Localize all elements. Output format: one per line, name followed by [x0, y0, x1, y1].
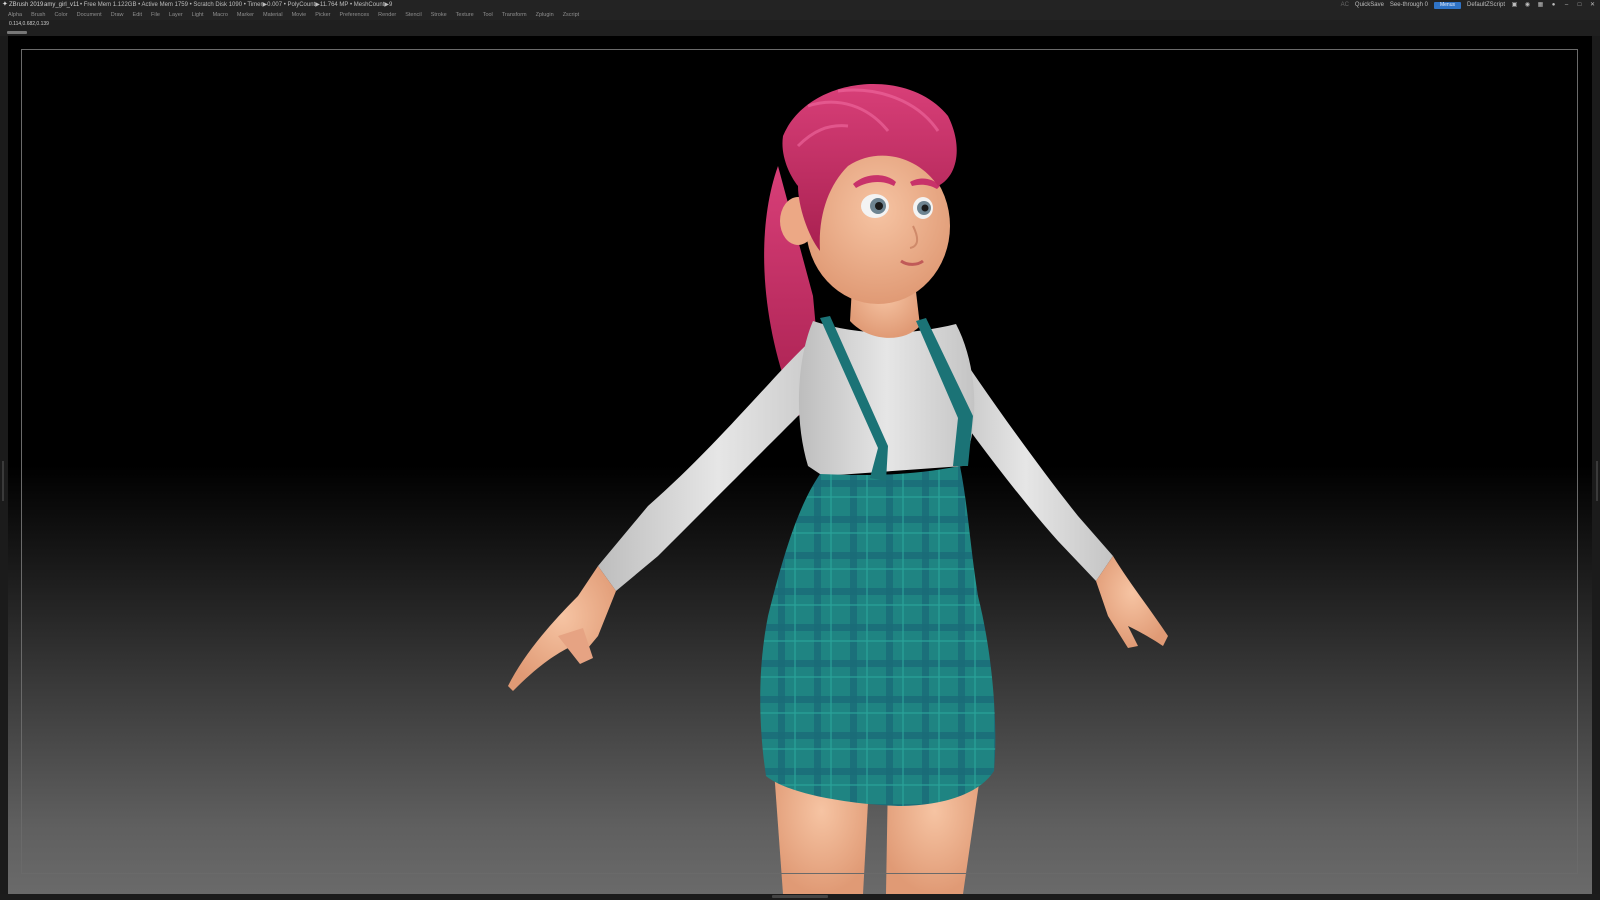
right-tray[interactable]	[1592, 36, 1600, 894]
menu-brush[interactable]: Brush	[31, 11, 45, 20]
ac-button[interactable]: AC	[1341, 0, 1349, 11]
right-tray-handle[interactable]	[1596, 461, 1598, 501]
menu-file[interactable]: File	[151, 11, 160, 20]
restore-icon[interactable]: □	[1576, 2, 1583, 9]
menus-button[interactable]: Menus	[1433, 2, 1461, 9]
minimize-icon[interactable]: –	[1563, 2, 1570, 9]
menu-document[interactable]: Document	[77, 11, 102, 20]
menu-movie[interactable]: Movie	[292, 11, 307, 20]
palette-icon[interactable]: ◉	[1524, 2, 1531, 9]
left-tray-handle[interactable]	[2, 461, 4, 501]
menu-texture[interactable]: Texture	[456, 11, 474, 20]
see-through-slider[interactable]: See-through 0	[1389, 0, 1428, 12]
menu-stroke[interactable]: Stroke	[431, 11, 447, 20]
menu-light[interactable]: Light	[192, 11, 204, 20]
viewport-canvas[interactable]	[8, 36, 1592, 894]
menu-marker[interactable]: Marker	[237, 11, 254, 20]
top-shelf: 0.114,0.682,0.139	[0, 20, 1600, 36]
menu-transform[interactable]: Transform	[502, 11, 527, 20]
menu-picker[interactable]: Picker	[315, 11, 330, 20]
default-zscript-button[interactable]: DefaultZScript	[1467, 0, 1505, 11]
menu-macro[interactable]: Macro	[213, 11, 228, 20]
left-tray[interactable]	[0, 36, 8, 894]
menu-preferences[interactable]: Preferences	[340, 11, 370, 20]
titlebar-controls: AC QuickSave See-through 0 Menus Default…	[1341, 0, 1596, 12]
main-menu-bar: Alpha Brush Color Document Draw Edit Fil…	[0, 11, 1600, 20]
menu-material[interactable]: Material	[263, 11, 283, 20]
shelf-scroll-handle[interactable]	[7, 31, 27, 34]
lock-icon[interactable]: ●	[1550, 2, 1557, 9]
menu-layer[interactable]: Layer	[169, 11, 183, 20]
menu-color[interactable]: Color	[54, 11, 67, 20]
quicksave-button[interactable]: QuickSave	[1355, 0, 1384, 11]
menu-tool[interactable]: Tool	[483, 11, 493, 20]
window-icon[interactable]: ▣	[1511, 2, 1518, 9]
see-through-label: See-through	[1389, 1, 1423, 8]
bottom-tray-handle[interactable]	[772, 895, 828, 898]
menu-stencil[interactable]: Stencil	[405, 11, 422, 20]
menu-render[interactable]: Render	[378, 11, 396, 20]
menu-edit[interactable]: Edit	[133, 11, 142, 20]
layout-icon[interactable]: ▦	[1537, 2, 1544, 9]
menu-zplugin[interactable]: Zplugin	[536, 11, 554, 20]
title-bar: ✦ ZBrush 2019 amy_girl_v11 • Free Mem 1.…	[0, 0, 1600, 12]
menu-alpha[interactable]: Alpha	[8, 11, 22, 20]
cursor-coordinates: 0.114,0.682,0.139	[9, 21, 49, 27]
app-title: ZBrush 2019	[9, 2, 44, 8]
memory-stats: • Free Mem 1.122GB • Active Mem 1759 • S…	[80, 2, 393, 8]
plaid-dress	[760, 466, 996, 806]
menu-draw[interactable]: Draw	[111, 11, 124, 20]
close-icon[interactable]: ✕	[1589, 2, 1596, 9]
menu-zscript[interactable]: Zscript	[563, 11, 580, 20]
see-through-value: 0	[1424, 1, 1428, 8]
character-model	[508, 83, 1168, 894]
z-logo-icon: ✦	[2, 1, 8, 8]
project-name: amy_girl_v11	[44, 2, 80, 8]
bottom-tray[interactable]	[0, 894, 1600, 900]
